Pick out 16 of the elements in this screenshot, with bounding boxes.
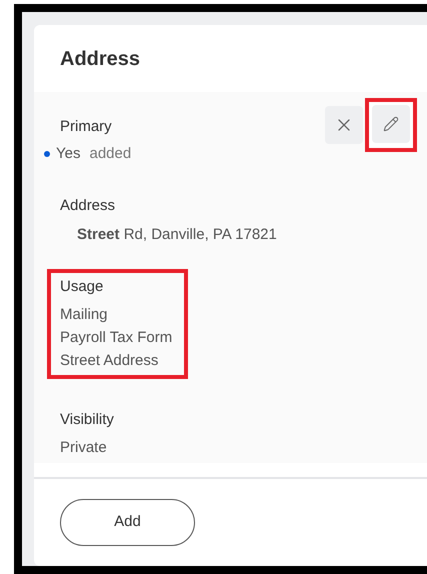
pencil-icon [383, 116, 399, 132]
field-value: Payroll Tax Form [60, 328, 172, 348]
field-value: Yes [56, 144, 80, 164]
remove-button[interactable] [325, 106, 363, 144]
card-title: Address [60, 46, 140, 72]
add-button[interactable]: Add [60, 499, 195, 546]
field-label: Primary [60, 117, 113, 137]
field-label: Address [60, 196, 116, 216]
field-label: Visibility [60, 410, 114, 430]
change-tag: added [89, 143, 132, 165]
field-value: Mailing [60, 305, 109, 325]
address-text: Street Rd, Danville, PA 17821 [77, 225, 277, 245]
edit-button[interactable] [372, 105, 410, 143]
field-value: Street Address [60, 351, 160, 371]
field-value: Private [60, 438, 108, 458]
field-label: Usage [60, 277, 104, 297]
